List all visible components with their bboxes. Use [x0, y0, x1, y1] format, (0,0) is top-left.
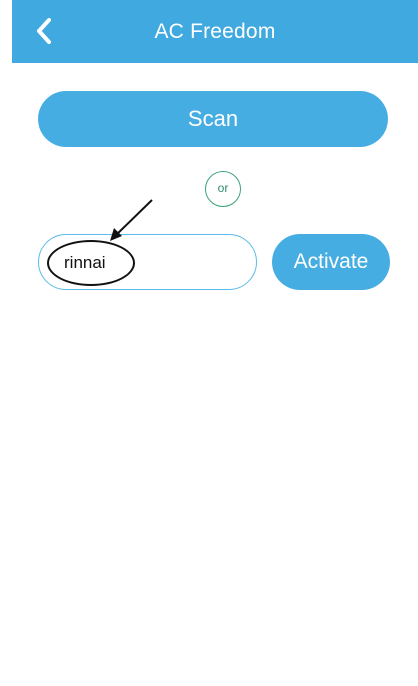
- page-title: AC Freedom: [154, 20, 276, 43]
- scan-button[interactable]: Scan: [38, 91, 388, 147]
- or-divider-badge: or: [205, 171, 241, 207]
- activation-code-input[interactable]: rinnai: [38, 234, 257, 290]
- activation-code-value: rinnai: [64, 253, 106, 272]
- app-screen: AC Freedom Scan or rinnai Activate: [0, 0, 418, 686]
- top-bar: AC Freedom: [12, 0, 418, 63]
- activate-button[interactable]: Activate: [272, 234, 390, 290]
